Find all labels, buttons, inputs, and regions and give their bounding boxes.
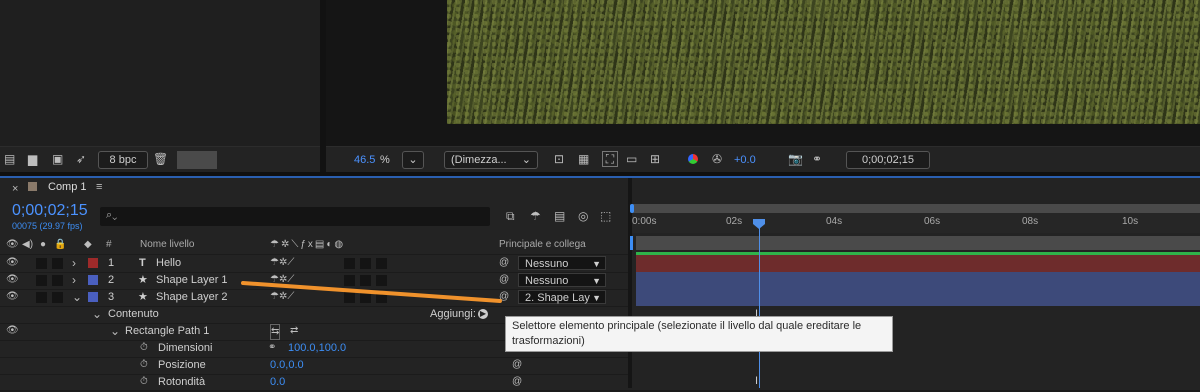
parent-picker-tooltip: Selettore elemento principale (seleziona… <box>505 316 893 352</box>
